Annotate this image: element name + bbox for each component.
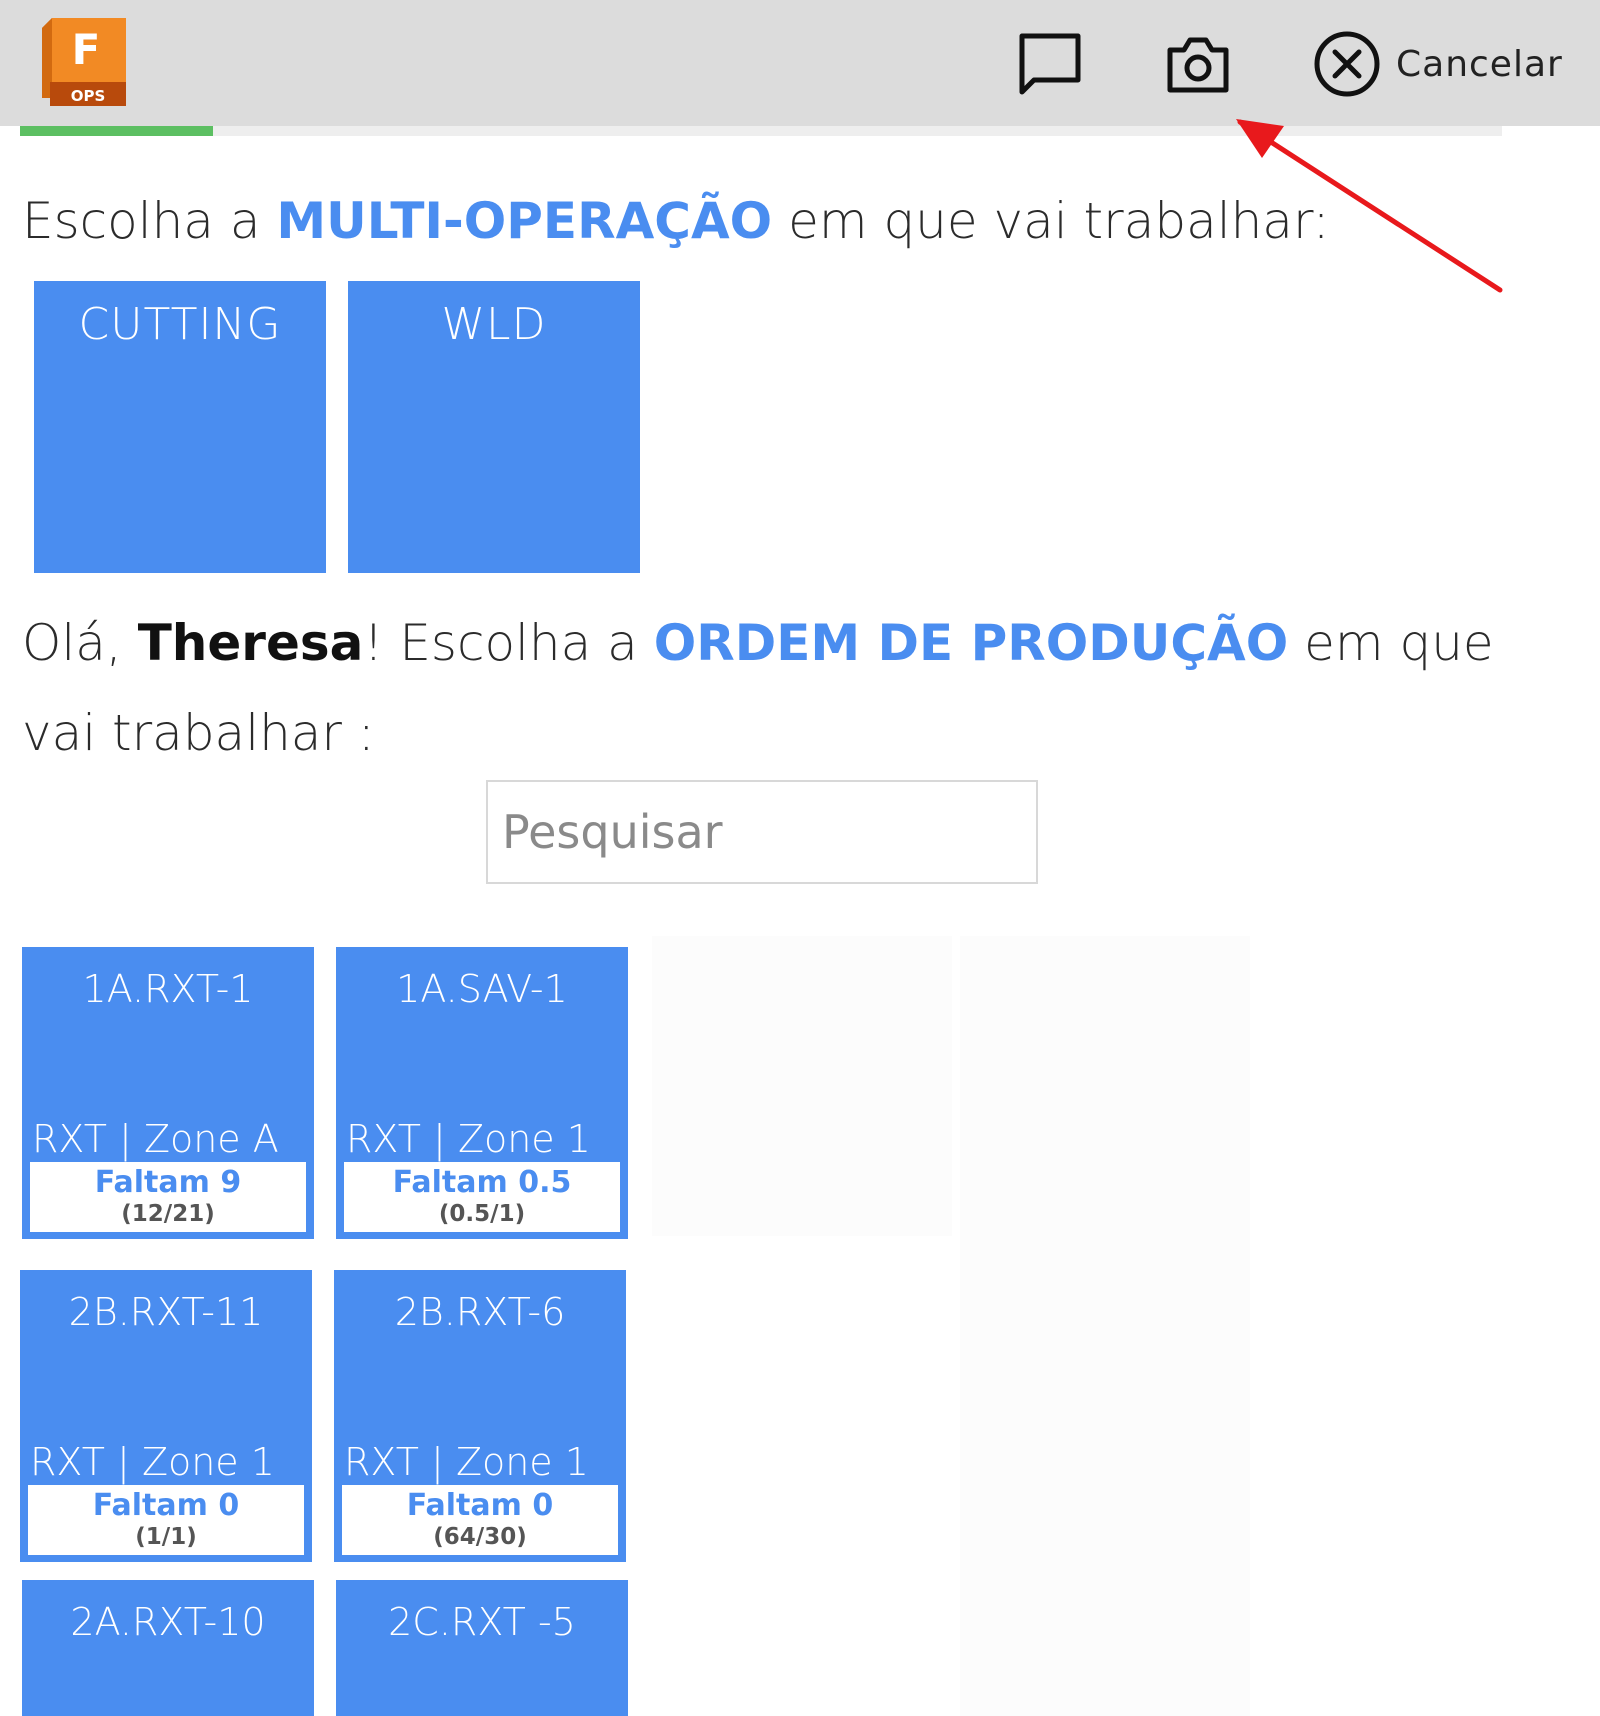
order-title: 2A.RXT-10 [70,1600,266,1644]
background-panel [652,936,952,1236]
order-count: (1/1) [135,1524,197,1550]
user-name: Theresa [137,614,364,672]
order-title: 2B.RXT-6 [394,1290,566,1334]
multi-op-heading: Escolha a MULTI-OPERAÇÃO em que vai trab… [22,192,1329,250]
order-mid: ! Escolha a [363,614,654,672]
order-zone: RXT | Zone 1 [346,1117,591,1161]
progress-bar [20,126,1502,136]
order-title: 2B.RXT-11 [68,1290,264,1334]
order-zone: RXT | Zone 1 [344,1440,589,1484]
order-tile[interactable]: 2C.RXT -5 [336,1580,628,1716]
tile-title: CUTTING [78,299,282,350]
order-tile[interactable]: 1A.SAV-1 RXT | Zone 1 Faltam 0.5 (0.5/1) [336,947,628,1239]
order-status-box: Faltam 0 (1/1) [28,1485,304,1555]
order-remaining: Faltam 0 [92,1488,240,1523]
order-tile[interactable]: 1A.RXT-1 RXT | Zone A Faltam 9 (12/21) [22,947,314,1239]
logo-letter: F [72,25,101,74]
search-input[interactable] [486,780,1038,884]
camera-icon [1167,37,1229,93]
progress-fill [20,126,213,136]
order-title: 1A.RXT-1 [82,967,254,1011]
order-remaining: Faltam 0.5 [392,1165,572,1200]
tile-title: WLD [441,299,547,350]
order-zone: RXT | Zone 1 [30,1440,275,1484]
order-suffix: em que [1288,614,1494,672]
multi-op-tile-wld[interactable]: WLD [348,281,640,573]
order-tile[interactable]: 2A.RXT-10 [22,1580,314,1716]
order-count: (12/21) [121,1201,215,1227]
order-status-box: Faltam 9 (12/21) [30,1162,306,1232]
chat-bubble-icon [1019,33,1081,95]
order-heading: Olá, Theresa! Escolha a ORDEM DE PRODUÇÃ… [22,614,1494,672]
order-tile[interactable]: 2B.RXT-11 RXT | Zone 1 Faltam 0 (1/1) [20,1270,312,1562]
close-circle-icon [1314,31,1380,97]
multi-op-prefix: Escolha a [22,192,277,250]
app-logo: F OPS [42,18,126,106]
order-count: (0.5/1) [438,1201,526,1227]
order-status-box: Faltam 0.5 (0.5/1) [344,1162,620,1232]
multi-op-highlight: MULTI-OPERAÇÃO [276,192,773,250]
multi-op-tile-cutting[interactable]: CUTTING [34,281,326,573]
order-title: 2C.RXT -5 [388,1600,576,1644]
order-title: 1A.SAV-1 [396,967,568,1011]
order-remaining: Faltam 0 [406,1488,554,1523]
camera-button[interactable] [1164,30,1232,98]
logo-sub: OPS [71,87,106,105]
top-bar: F OPS Cancelar [0,0,1600,126]
order-tile[interactable]: 2B.RXT-6 RXT | Zone 1 Faltam 0 (64/30) [334,1270,626,1562]
order-greeting: Olá, [22,614,138,672]
order-remaining: Faltam 9 [94,1165,242,1200]
background-panel [960,936,1250,1716]
order-heading-line2: vai trabalhar : [22,704,375,762]
multi-op-suffix: em que vai trabalhar: [772,192,1330,250]
order-count: (64/30) [433,1524,527,1550]
cancel-label: Cancelar [1396,43,1563,85]
order-highlight: ORDEM DE PRODUÇÃO [653,614,1289,672]
order-zone: RXT | Zone A [32,1117,279,1161]
cancel-button[interactable]: Cancelar [1312,28,1563,100]
order-status-box: Faltam 0 (64/30) [342,1485,618,1555]
chat-button[interactable] [1016,30,1084,98]
